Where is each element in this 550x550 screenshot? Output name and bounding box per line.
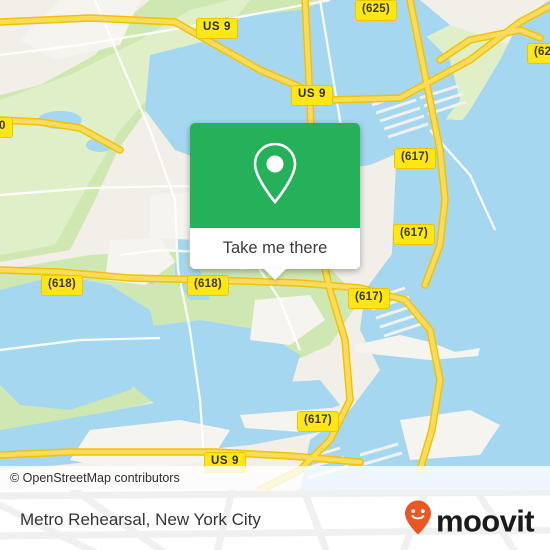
map-attribution-bar: © OpenStreetMap contributors <box>0 466 550 490</box>
map-canvas[interactable]: US 9 (625) (62 US 9 (617) (617) 0 (618) (618) (61… <box>0 0 550 490</box>
place-title: Metro Rehearsal, New York City <box>20 510 261 529</box>
popup-cta[interactable]: Take me there <box>190 228 360 280</box>
road-shield: (617) <box>348 288 390 309</box>
popup-cta-label: Take me there <box>222 239 328 257</box>
attribution-text: © OpenStreetMap contributors <box>10 471 180 485</box>
popup-tail <box>264 269 286 280</box>
moovit-map-screenshot: US 9 (625) (62 US 9 (617) (617) 0 (618) (618) (61… <box>0 0 550 550</box>
road-shield: US 9 <box>291 85 333 106</box>
moovit-logo[interactable]: moovit <box>403 500 535 541</box>
map-pin-icon <box>248 140 302 211</box>
moovit-wordmark: moovit <box>435 503 535 539</box>
footer-bar: Metro Rehearsal, New York City moovit <box>0 490 550 550</box>
road-shield: (617) <box>393 224 435 245</box>
road-shield: 0 <box>0 117 13 138</box>
road-shield: (62 <box>527 43 550 64</box>
road-shield: US 9 <box>196 18 238 39</box>
road-shield: (618) <box>187 275 229 296</box>
road-shield: (617) <box>394 148 436 169</box>
road-shield: (617) <box>297 411 339 432</box>
location-popup-card[interactable]: Take me there <box>190 123 360 280</box>
road-shield: (618) <box>41 275 83 296</box>
popup-pin-area <box>190 123 360 228</box>
road-shield: (625) <box>355 0 397 21</box>
moovit-pin-smiley-icon <box>403 500 433 541</box>
